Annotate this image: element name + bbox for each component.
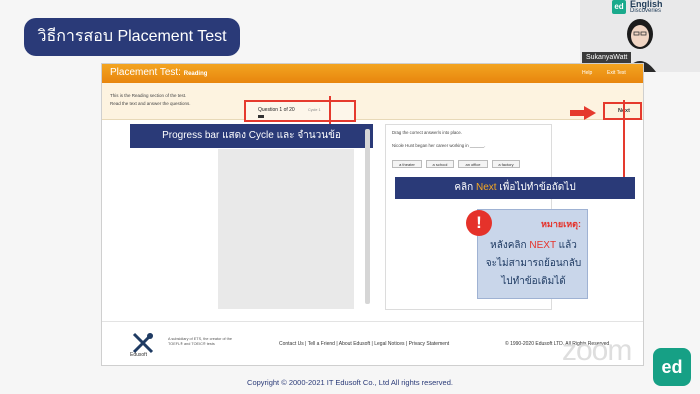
callout-connector [623, 100, 625, 177]
question-instruction: Drag the correct answer/s into place. [392, 130, 462, 135]
section-description: This is the Reading section of the test. [110, 93, 187, 98]
next-callout: คลิก Next เพื่อไปทำข้อถัดไป [395, 177, 635, 199]
english-discoveries-logo: ed [612, 0, 626, 14]
question-counter: Question 1 of 20 [258, 107, 295, 113]
zoom-watermark: zoom [562, 334, 632, 367]
brand-line2: Discoveries [630, 8, 662, 14]
slide-copyright: Copyright © 2000-2021 IT Edusoft Co., Lt… [247, 378, 453, 387]
note-line: จะไม่สามารถย้อนกลับ [485, 258, 582, 269]
header-section: Reading [183, 71, 208, 77]
cycle-label: Cycle 1 [308, 107, 321, 112]
arrow-right-icon [570, 106, 596, 120]
test-screenshot: Placement Test: Reading Help Exit Test T… [101, 63, 644, 366]
participant-name: SukanyaWatt [582, 52, 632, 63]
callout-connector [329, 96, 331, 126]
reading-passage [218, 149, 354, 309]
note-box: หมายเหตุ: หลังคลิก NEXT แล้ว จะไม่สามารถ… [477, 209, 588, 299]
exit-test-link[interactable]: Exit Test [607, 70, 626, 76]
question-text: Nicole Hunt began her career working in … [392, 143, 486, 148]
progress-indicator: Question 1 of 20 Cycle 1 [244, 100, 356, 122]
section-instruction: Read the text and answer the questions. [110, 101, 191, 106]
note-line: ไปทำข้อเดิมได้ [501, 276, 566, 287]
edusoft-logo-text: Edusoft [130, 352, 147, 358]
progress-bar [258, 115, 264, 118]
answer-choice[interactable]: a school [426, 160, 454, 168]
passage-scrollbar[interactable] [365, 129, 370, 304]
test-header: Placement Test: Reading Help Exit Test [102, 64, 643, 83]
answer-choice[interactable]: a theater [392, 160, 422, 168]
footer-links[interactable]: Contact Us | Tell a Friend | About Eduso… [279, 341, 449, 347]
progress-callout: Progress bar แสดง Cycle และ จำนวนข้อ [130, 124, 373, 148]
edusoft-tagline: A subsidiary of ETS, the creator of the … [168, 337, 232, 346]
test-subheader: This is the Reading section of the test.… [102, 83, 643, 122]
slide-title: วิธีการสอบ Placement Test [24, 18, 240, 56]
note-line: หลังคลิก NEXT แล้ว [490, 240, 577, 251]
warning-icon: ! [466, 210, 492, 236]
note-title: หมายเหตุ: [540, 219, 581, 229]
header-title: Placement Test: Reading [110, 67, 208, 78]
help-link[interactable]: Help [582, 70, 592, 76]
next-highlight: Next [475, 182, 497, 193]
answer-choice[interactable]: a factory [492, 160, 520, 168]
answer-choice[interactable]: an office [458, 160, 488, 168]
